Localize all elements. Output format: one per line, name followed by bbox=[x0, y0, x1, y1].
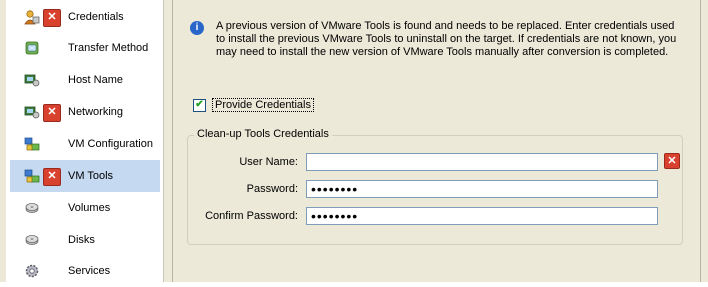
error-icon: ✕ bbox=[664, 153, 680, 169]
vm-tools-panel: i A previous version of VMware Tools is … bbox=[173, 0, 700, 282]
pane-divider[interactable] bbox=[164, 0, 173, 282]
sidebar-item-label: VM Tools bbox=[68, 170, 114, 182]
sidebar-item-volumes[interactable]: Volumes bbox=[10, 192, 160, 224]
gear-icon bbox=[25, 264, 39, 278]
sidebar-item-networking[interactable]: ✕ Networking bbox=[10, 96, 160, 128]
sidebar-item-vm-tools[interactable]: ✕ VM Tools bbox=[10, 160, 160, 192]
sidebar-item-label: Host Name bbox=[68, 74, 124, 86]
error-icon: ✕ bbox=[43, 104, 61, 122]
transfer-icon bbox=[25, 41, 39, 55]
host-icon bbox=[24, 74, 40, 87]
vm-config-icon bbox=[24, 137, 40, 151]
info-icon: i bbox=[190, 21, 204, 35]
password-label: Password: bbox=[246, 183, 298, 195]
confirm-password-field[interactable]: •••••••• bbox=[306, 207, 658, 225]
info-message: A previous version of VMware Tools is fo… bbox=[216, 20, 677, 58]
sidebar-item-disks[interactable]: Disks bbox=[10, 224, 160, 256]
group-title: Clean-up Tools Credentials bbox=[194, 128, 332, 140]
sidebar-item-transfer-method[interactable]: Transfer Method bbox=[10, 32, 160, 64]
sidebar-item-host-name[interactable]: Host Name bbox=[10, 64, 160, 96]
username-field[interactable] bbox=[306, 153, 658, 171]
confirm-password-label: Confirm Password: bbox=[205, 210, 298, 222]
sidebar-item-services[interactable]: Services bbox=[10, 255, 160, 287]
sidebar-item-label: VM Configuration bbox=[68, 138, 153, 150]
sidebar-item-label: Disks bbox=[68, 234, 95, 246]
sidebar-item-label: Volumes bbox=[68, 202, 111, 214]
error-icon: ✕ bbox=[43, 168, 61, 186]
vm-tools-icon bbox=[24, 169, 40, 183]
window-edge bbox=[700, 0, 708, 282]
provide-credentials-checkbox[interactable]: ✔ bbox=[193, 98, 206, 112]
credentials-icon bbox=[24, 10, 40, 25]
sidebar-item-credentials[interactable]: ✕ Credentials bbox=[10, 1, 160, 33]
provide-credentials-row[interactable]: ✔ Provide Credentials bbox=[193, 98, 314, 112]
sidebar-item-label: Credentials bbox=[68, 11, 124, 23]
network-icon bbox=[24, 106, 40, 119]
username-label: User Name: bbox=[239, 156, 298, 168]
sidebar-item-label: Services bbox=[68, 265, 111, 277]
provide-credentials-label[interactable]: Provide Credentials bbox=[212, 98, 314, 112]
cleanup-credentials-group: Clean-up Tools Credentials User Name: ✕ … bbox=[187, 128, 683, 245]
disk-icon bbox=[25, 235, 39, 245]
wizard-sidebar: ✕ Credentials Transfer Method Host Name bbox=[0, 0, 164, 282]
sidebar-rail bbox=[0, 0, 6, 282]
error-icon: ✕ bbox=[43, 9, 61, 27]
sidebar-item-label: Networking bbox=[68, 106, 124, 118]
sidebar-item-label: Transfer Method bbox=[68, 42, 149, 54]
disk-icon bbox=[25, 203, 39, 213]
password-field[interactable]: •••••••• bbox=[306, 180, 658, 198]
sidebar-item-vm-configuration[interactable]: VM Configuration bbox=[10, 128, 160, 160]
